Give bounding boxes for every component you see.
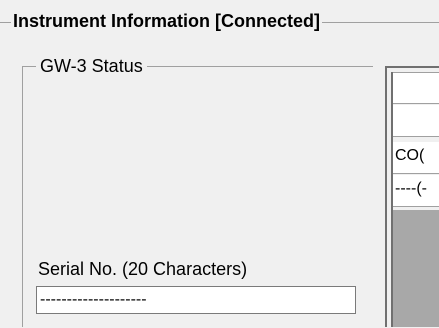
instrument-information-title: Instrument Information [Connected] xyxy=(11,10,322,32)
serial-number-label: Serial No. (20 Characters) xyxy=(38,259,248,279)
table-row[interactable]: ----(- xyxy=(393,175,439,207)
table-empty-area xyxy=(393,210,439,327)
gw3-status-title: GW-3 Status xyxy=(36,55,147,77)
serial-number-field[interactable] xyxy=(36,286,356,314)
table-row[interactable] xyxy=(393,72,439,104)
table-row[interactable]: CO( xyxy=(393,142,439,174)
table-row[interactable] xyxy=(393,105,439,137)
